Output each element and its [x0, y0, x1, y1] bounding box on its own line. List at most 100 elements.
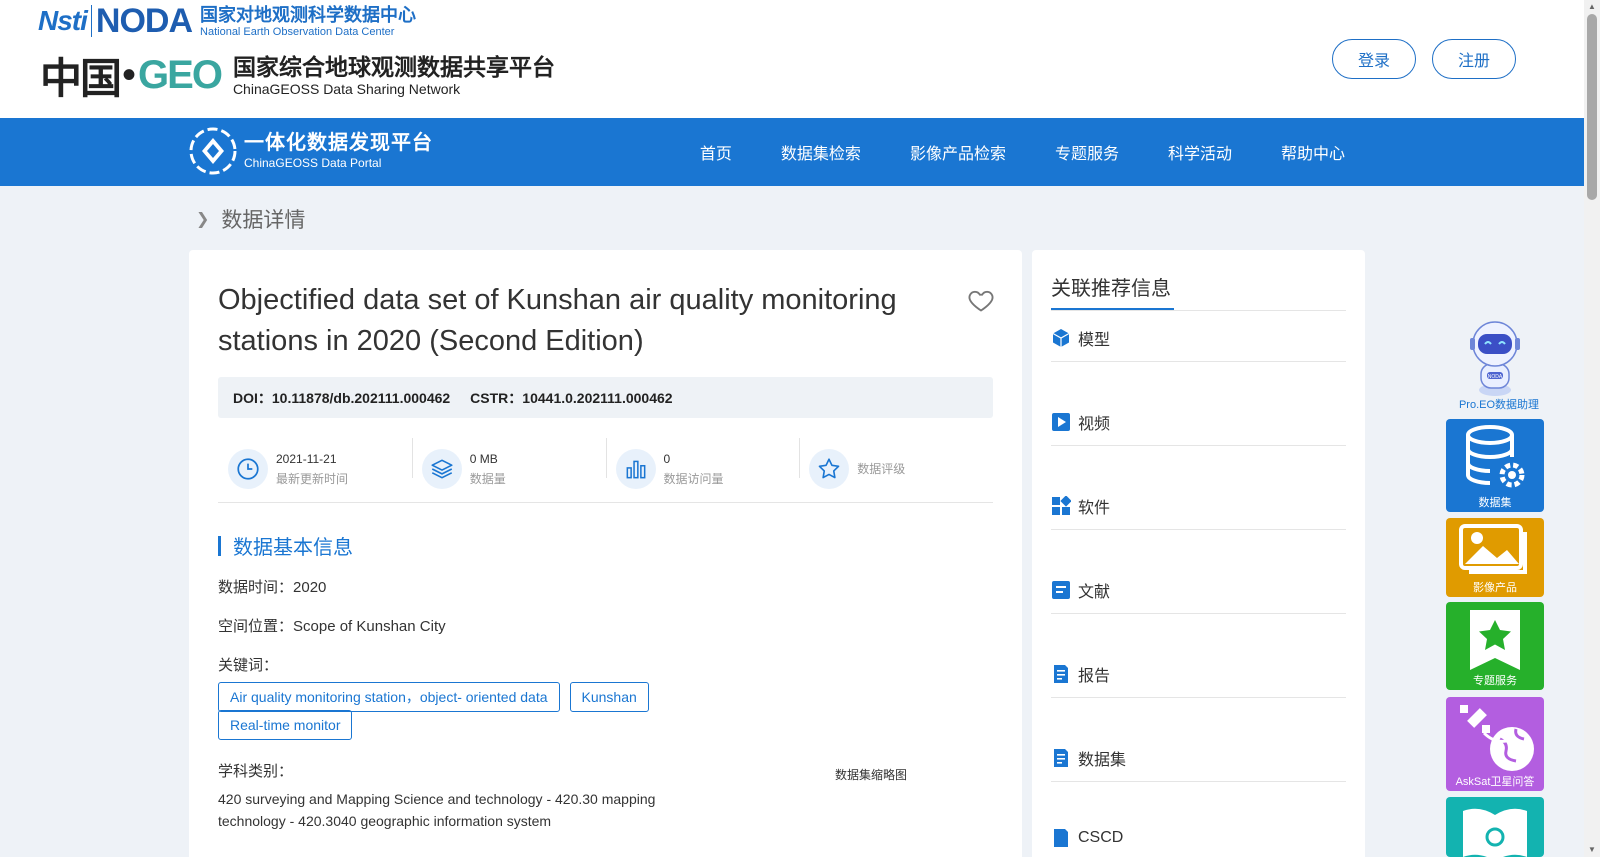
nav-item-topic-services[interactable]: 专题服务: [1055, 140, 1119, 164]
related-item-models[interactable]: 模型: [1051, 326, 1110, 350]
data-time-value: 2020: [293, 579, 327, 596]
nsti-logo-text: Nsti: [38, 5, 88, 36]
dataset-detail-card: Objectified data set of Kunshan air qual…: [189, 250, 1022, 857]
doi-value[interactable]: 10.11878/db.202111.000462: [272, 390, 450, 406]
keyword-tag[interactable]: Air quality monitoring station，object- o…: [218, 682, 560, 712]
bookmark-star-icon: [1470, 610, 1520, 670]
doi-cstr-box: DOI ： 10.11878/db.202111.000462 CSTR ： 1…: [218, 377, 993, 418]
main-navbar: 一体化数据发现平台 ChinaGEOSS Data Portal 首页 数据集检…: [0, 118, 1584, 186]
nav-item-image-search[interactable]: 影像产品检索: [910, 140, 1006, 164]
portal-title-cn: 一体化数据发现平台: [244, 132, 433, 154]
scroll-thumb[interactable]: [1587, 14, 1597, 200]
spatial-location-value: Scope of Kunshan City: [293, 618, 446, 635]
tile-label: AskSat卫星问答: [1455, 776, 1535, 788]
heart-icon[interactable]: [967, 286, 995, 314]
breadcrumb: ❯ 数据详情: [196, 204, 305, 234]
noda-logo-subtitle: 国家对地观测科学数据中心 National Earth Observation …: [200, 4, 416, 39]
data-time-label: 数据时间：: [218, 579, 294, 596]
video-icon: [1052, 413, 1070, 431]
dataset-stats: 2021-11-21 最新更新时间 0 MB 数据量 0 数据访问量 数据评级: [218, 434, 993, 504]
float-tile-topic-services[interactable]: 专题服务: [1446, 602, 1544, 690]
keyword-tags: Air quality monitoring station，object- o…: [218, 682, 778, 712]
subject-category-label: 学科类别：: [218, 763, 294, 780]
related-recommendations-card: 关联推荐信息 模型 视频 软件 文献 报告 数据集 CSCD: [1032, 250, 1365, 857]
related-item-reports[interactable]: 报告: [1051, 662, 1110, 686]
data-time-row: 数据时间：2020: [218, 576, 326, 597]
related-recommendations-title: 关联推荐信息: [1051, 278, 1171, 300]
satellite-globe-icon: [1460, 705, 1534, 771]
float-tile-image-products[interactable]: 影像产品: [1446, 518, 1544, 597]
chinageoss-logo-en: ChinaGEOSS Data Sharing Network: [232, 80, 461, 97]
portal-emblem-icon: [189, 127, 237, 175]
nav-item-help-center[interactable]: 帮助中心: [1281, 140, 1345, 164]
tile-label: 数据集: [1478, 497, 1512, 509]
robot-badge-text: NODA: [1488, 374, 1503, 380]
chinageoss-logo-subtitle: 国家综合地球观测数据共享平台 ChinaGEOSS Data Sharing N…: [233, 54, 555, 97]
cstr-value[interactable]: 10441.0.202111.000462: [522, 390, 672, 406]
nav-item-home[interactable]: 首页: [700, 140, 732, 164]
zhongguo-logo-text: 中国: [40, 53, 122, 103]
noda-logo-cn: 国家对地观测科学数据中心: [200, 4, 417, 25]
divider: [1051, 310, 1346, 311]
document-icon: [1052, 581, 1070, 599]
doi-label: DOI: [233, 389, 258, 406]
clock-icon: [228, 449, 268, 489]
nav-item-dataset-search[interactable]: 数据集检索: [781, 140, 861, 164]
page-scrollbar[interactable]: ▲ ▼: [1584, 0, 1600, 857]
stat-label: 数据评级: [857, 462, 906, 476]
tile-label: 影像产品: [1473, 582, 1517, 594]
stat-visits: 0 数据访问量: [605, 434, 800, 504]
noda-logo-text: NODA: [95, 1, 193, 40]
keywords-label: 关键词：: [218, 657, 279, 674]
stat-value: 0 MB: [469, 452, 498, 466]
cube-icon: [1052, 329, 1070, 347]
robot-assistant-icon[interactable]: NODA: [1456, 318, 1534, 398]
keyword-tag[interactable]: Real-time monitor: [218, 710, 353, 740]
spatial-location-label: 空间位置：: [218, 618, 294, 635]
related-item-cscd[interactable]: CSCD: [1051, 828, 1123, 848]
register-button[interactable]: 注册: [1432, 39, 1516, 79]
stat-value: 0: [663, 452, 671, 466]
bar-chart-icon: [615, 449, 656, 489]
related-item-literature[interactable]: 文献: [1051, 578, 1110, 602]
portal-logo[interactable]: 一体化数据发现平台 ChinaGEOSS Data Portal: [188, 126, 433, 176]
logo-dot: •: [122, 52, 137, 97]
section-title-basic-info: 数据基本信息: [218, 531, 353, 560]
keyword-tag[interactable]: Kunshan: [569, 682, 649, 712]
stat-label: 数据访问量: [663, 472, 724, 486]
tile-label: 专题服务: [1473, 675, 1517, 687]
float-tile-asksat[interactable]: AskSat卫星问答: [1446, 697, 1544, 791]
dataset-icon: [1054, 749, 1068, 767]
stat-label: 数据量: [469, 472, 506, 486]
related-item-datasets[interactable]: 数据集: [1051, 746, 1126, 770]
subject-category-value: 420 surveying and Mapping Science and te…: [218, 791, 656, 829]
geo-logo-text: GEO: [138, 52, 223, 97]
stat-update-time: 2021-11-21 最新更新时间: [218, 434, 412, 504]
float-tile-docs[interactable]: [1446, 797, 1544, 857]
nav-item-science-activities[interactable]: 科学活动: [1168, 140, 1232, 164]
robot-assistant-label[interactable]: Pro.EO数据助理: [1454, 396, 1544, 412]
layers-icon: [421, 449, 462, 489]
dataset-title: Objectified data set of Kunshan air qual…: [218, 284, 897, 357]
related-item-videos[interactable]: 视频: [1051, 410, 1110, 434]
chevron-right-icon: ❯: [196, 211, 210, 228]
report-icon: [1054, 665, 1068, 683]
scroll-down-arrow-icon[interactable]: ▼: [1588, 845, 1596, 854]
cstr-label: CSTR: [470, 389, 509, 406]
float-tile-dataset[interactable]: 数据集: [1446, 419, 1544, 512]
chinageoss-logo[interactable]: 中国 • GEO 国家综合地球观测数据共享平台 ChinaGEOSS Data …: [40, 44, 555, 106]
logo-separator: [90, 5, 92, 37]
stat-label: 最新更新时间: [276, 472, 349, 486]
chinageoss-logo-cn: 国家综合地球观测数据共享平台: [232, 53, 555, 80]
spatial-location-row: 空间位置：Scope of Kunshan City: [218, 615, 446, 636]
noda-logo[interactable]: Nsti NODA 国家对地观测科学数据中心 National Earth Ob…: [38, 2, 416, 40]
login-button[interactable]: 登录: [1332, 39, 1416, 79]
related-item-software[interactable]: 软件: [1051, 494, 1110, 518]
divider: [218, 502, 993, 503]
star-icon: [809, 449, 850, 489]
keyword-tags-row2: Real-time monitor: [218, 710, 778, 740]
stat-value: 2021-11-21: [276, 452, 337, 466]
apps-icon: [1052, 496, 1071, 515]
scroll-up-arrow-icon[interactable]: ▲: [1588, 2, 1596, 11]
stat-data-size: 0 MB 数据量: [411, 434, 606, 504]
